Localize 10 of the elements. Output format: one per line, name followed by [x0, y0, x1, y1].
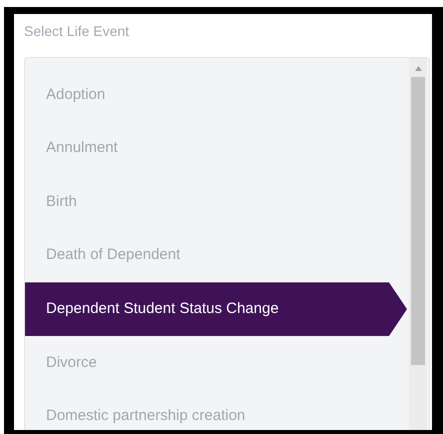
life-event-item[interactable]: Divorce — [25, 336, 407, 390]
life-event-item[interactable]: Death of Dependent — [25, 228, 407, 282]
field-label: Select Life Event — [24, 23, 130, 41]
scroll-up-icon — [415, 66, 422, 71]
scrollbar-thumb[interactable] — [411, 77, 425, 365]
life-event-item[interactable]: Domestic partnership creation — [25, 390, 407, 430]
life-event-item[interactable]: Birth — [25, 175, 407, 229]
life-event-item[interactable]: Annulment — [25, 122, 407, 176]
life-event-item[interactable]: Dependent Student Status Change — [25, 282, 407, 336]
life-event-item[interactable]: Adoption — [25, 68, 407, 122]
